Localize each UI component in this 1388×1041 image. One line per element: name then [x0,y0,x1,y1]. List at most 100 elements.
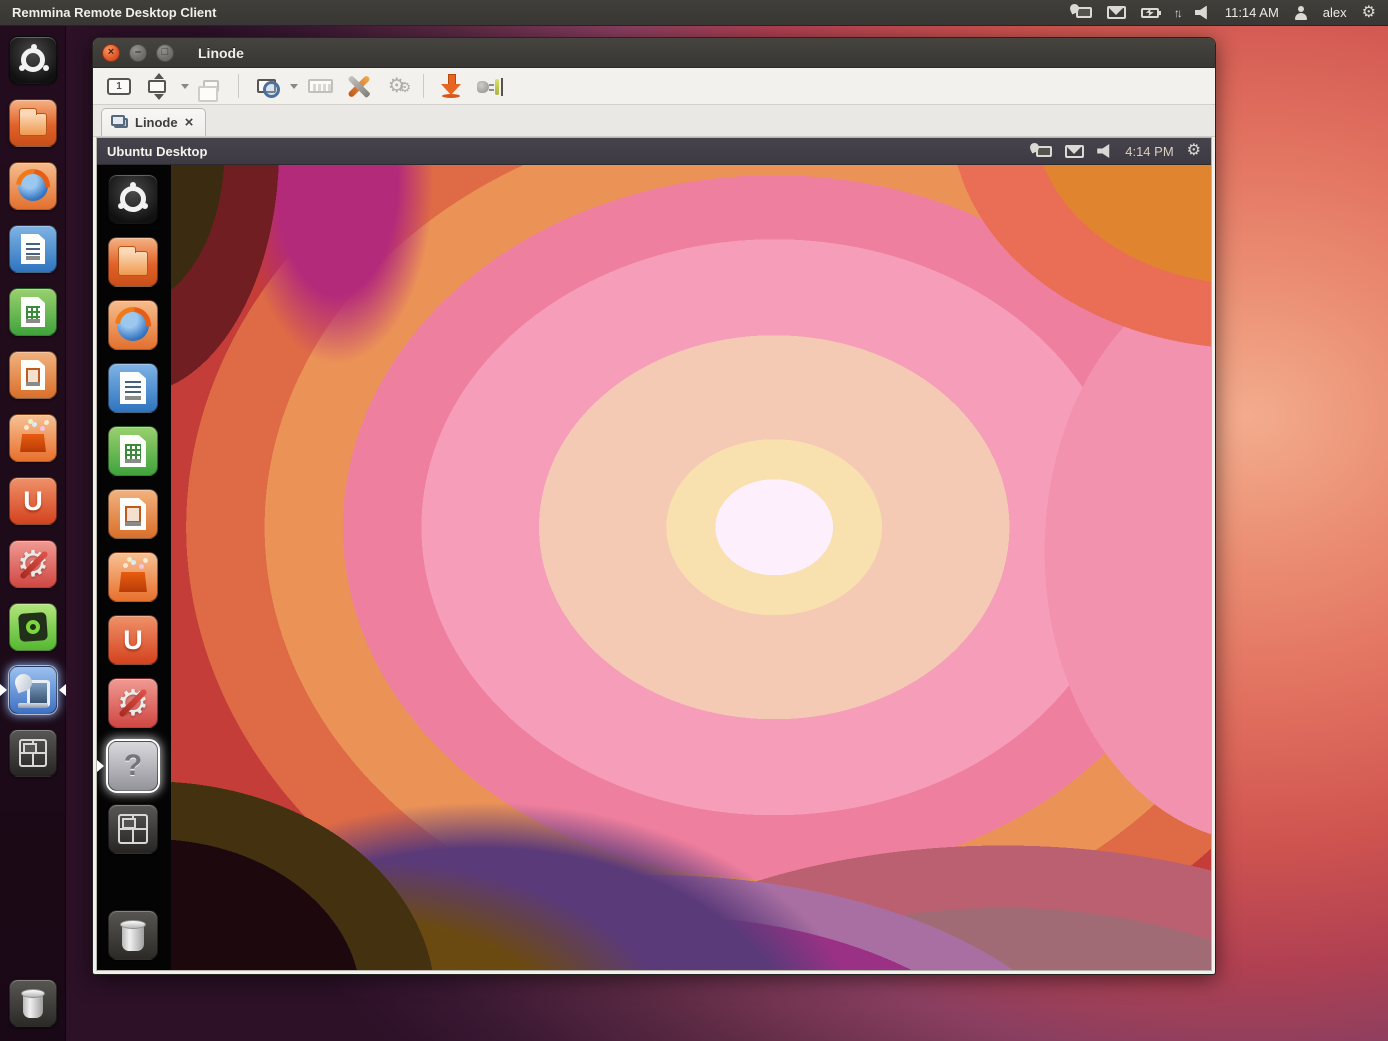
remote-unity-launcher: U ⚙ ? [97,165,171,970]
minimize-to-tray-icon [441,74,461,98]
window-minimize-button[interactable]: – [129,44,147,62]
impress-page-icon [120,498,146,530]
calc-page-icon [21,297,45,327]
launcher-item-libreoffice-impress[interactable] [9,351,57,399]
remote-launcher-item-workspace-switcher[interactable] [108,804,158,854]
host-clock[interactable]: 11:14 AM [1225,5,1279,20]
window-title: Linode [198,45,244,61]
window-close-button[interactable]: × [102,44,120,62]
tools-button[interactable] [342,72,374,100]
writer-page-icon [120,372,146,404]
remote-panel-title: Ubuntu Desktop [97,144,207,159]
writer-page-icon [21,234,45,264]
disconnect-plug-icon [475,76,503,97]
remote-launcher-item-ubuntu-one[interactable]: U [108,615,158,665]
fullscreen-icon: 1 [107,78,131,95]
focused-indicator-arrow [59,684,66,696]
launcher-item-software-center[interactable] [9,414,57,462]
remote-launcher-item-libreoffice-calc[interactable] [108,426,158,476]
gears-icon: ⚙⚙ [388,76,405,96]
volume-waves-icon [1110,145,1119,157]
calc-page-icon [120,435,146,467]
launcher-item-ubuntu-one[interactable]: U [9,477,57,525]
desktop-root: { "host_panel": { "title": "Remmina Remo… [0,0,1388,1041]
host-tray: ↑↓ 11:14 AM alex ⚙ [1076,5,1388,21]
connection-tabbar: Linode × [93,105,1215,137]
remmina-window: × – □ Linode 1 ⚙⚙ [92,37,1216,975]
launcher-item-workspace-switcher[interactable] [9,729,57,777]
settings-gear-icon: ⚙ [117,685,149,721]
remote-launcher-item-system-settings[interactable]: ⚙ [108,678,158,728]
remote-wallpaper [171,165,1211,970]
launcher-item-dash-home[interactable] [9,36,57,84]
launcher-item-trash[interactable] [9,979,57,1027]
fullscreen-button[interactable]: 1 [103,72,135,100]
remote-clock[interactable]: 4:14 PM [1125,144,1173,159]
grab-keyboard-button[interactable] [304,72,336,100]
volume-indicator-icon[interactable] [1195,6,1210,20]
settings-gear-icon: ⚙ [17,546,49,582]
host-panel-title: Remmina Remote Desktop Client [0,5,216,20]
network-arrows-icon[interactable]: ↑↓ [1174,6,1180,20]
mail-indicator-icon[interactable] [1065,145,1084,158]
scaled-mode-icon [257,79,276,93]
launcher-item-firefox[interactable] [9,162,57,210]
remote-launcher-item-libreoffice-writer[interactable] [108,363,158,413]
remote-launcher-item-software-center[interactable] [108,552,158,602]
tab-linode[interactable]: Linode × [101,108,206,136]
window-maximize-button[interactable]: □ [156,44,174,62]
tools-icon [344,73,372,99]
remote-launcher-item-dash-home[interactable] [108,174,158,224]
host-unity-launcher: U ⚙ [0,26,66,1041]
fit-window-button[interactable] [141,72,173,100]
launcher-item-remmina[interactable] [9,666,57,714]
remote-launcher-item-libreoffice-impress[interactable] [108,489,158,539]
remote-launcher-item-unknown-window[interactable]: ? [108,741,158,791]
launcher-item-system-settings[interactable]: ⚙ [9,540,57,588]
remote-desktop-viewport[interactable]: Ubuntu Desktop 4:14 PM ⚙ [96,137,1212,971]
keyboard-icon [308,79,333,93]
window-titlebar[interactable]: × – □ Linode [93,38,1215,68]
disconnect-button[interactable] [473,72,505,100]
session-gear-icon[interactable]: ⚙ [1362,5,1376,21]
remote-launcher-item-trash[interactable] [108,910,158,960]
tab-label: Linode [135,115,178,130]
minimize-to-tray-button[interactable] [435,72,467,100]
fit-window-icon [148,80,166,93]
scaled-mode-dropdown[interactable] [290,84,298,89]
session-gear-icon[interactable]: ⚙ [1187,143,1201,159]
fit-window-dropdown[interactable] [181,84,189,89]
remote-running-indicator-arrow [97,760,104,772]
toolbar-separator [238,74,239,98]
remmina-toolbar: 1 ⚙⚙ [93,68,1215,105]
remote-top-panel: Ubuntu Desktop 4:14 PM ⚙ [97,138,1211,165]
running-indicator-arrow [0,684,7,696]
host-top-panel: Remmina Remote Desktop Client ↑↓ 11:14 A… [0,0,1388,26]
tab-close-icon[interactable]: × [185,115,194,130]
remote-tray: 4:14 PM ⚙ [1036,143,1211,159]
user-icon [1294,6,1308,20]
remote-launcher-item-home-folder[interactable] [108,237,158,287]
user-menu[interactable]: alex [1323,5,1347,20]
connection-tab-icon [114,118,128,128]
volume-waves-icon [1208,7,1217,19]
ubuntu-one-letter: U [123,625,143,656]
duplicate-connection-button[interactable] [195,72,227,100]
launcher-item-libreoffice-calc[interactable] [9,288,57,336]
launcher-item-home-folder[interactable] [9,99,57,147]
mail-indicator-icon[interactable] [1107,6,1126,19]
ubuntu-one-letter: U [23,486,43,517]
volume-indicator-icon[interactable] [1097,144,1112,158]
remmina-keyboard-icon [18,703,48,708]
launcher-item-ubuntu-software[interactable] [9,603,57,651]
toolbar-separator [423,74,424,98]
remote-desktop-indicator-icon[interactable] [1036,146,1052,157]
scaled-mode-button[interactable] [250,72,282,100]
impress-page-icon [21,360,45,390]
launcher-item-libreoffice-writer[interactable] [9,225,57,273]
duplicate-icon [203,80,219,92]
preferences-button[interactable]: ⚙⚙ [380,72,412,100]
remote-launcher-item-firefox[interactable] [108,300,158,350]
remote-desktop-indicator-icon[interactable] [1076,7,1092,18]
battery-indicator-icon[interactable] [1141,8,1159,18]
